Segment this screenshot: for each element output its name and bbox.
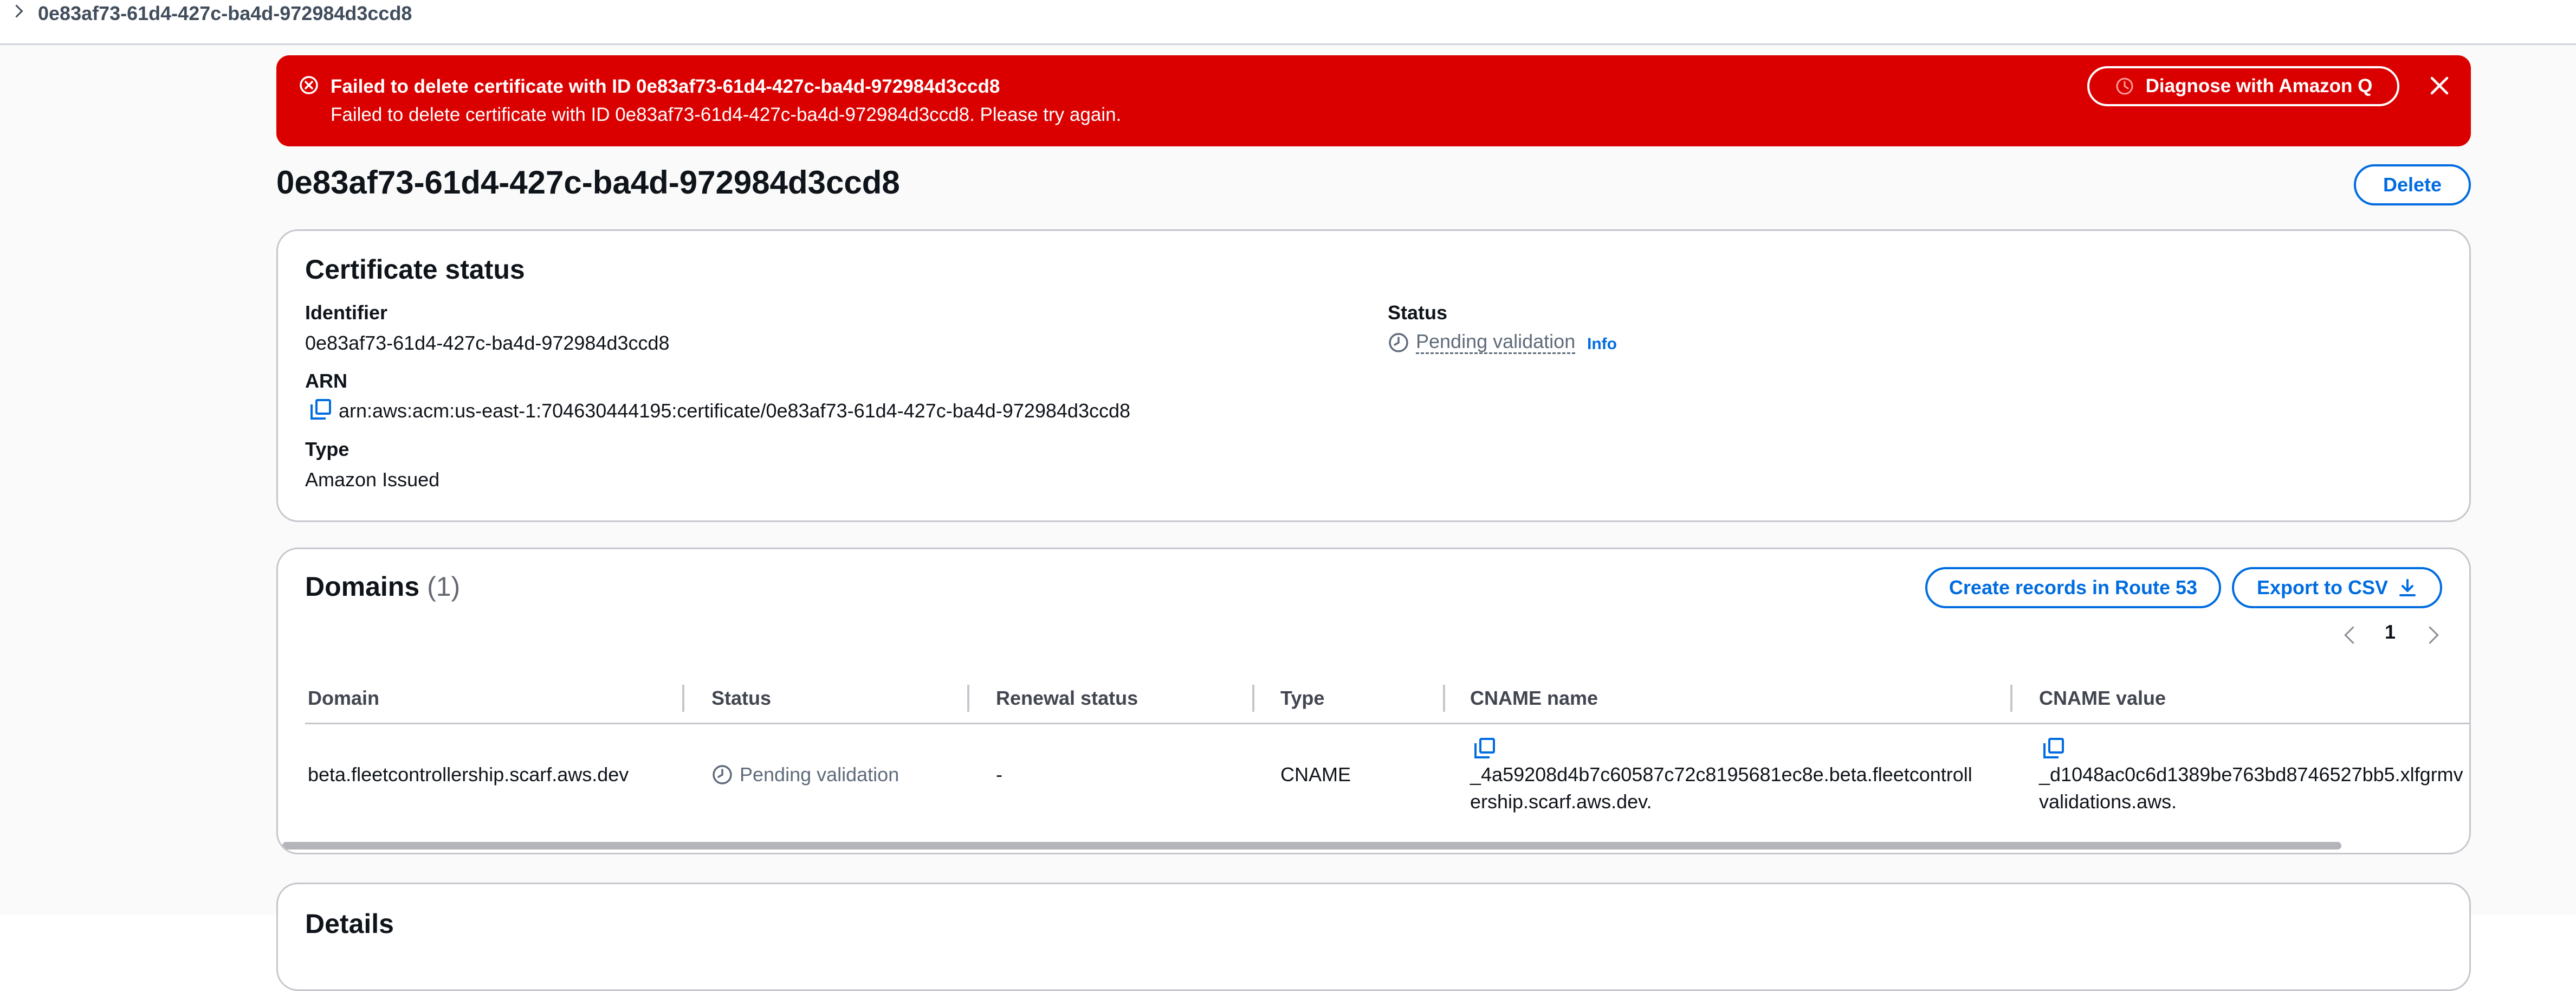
- cell-cname-value-line1: _d1048ac0c6d1389be763bd8746527bb5.xlfgrm…: [2039, 763, 2463, 786]
- column-divider[interactable]: [1443, 685, 1445, 712]
- arn-value: arn:aws:acm:us-east-1:704630444195:certi…: [339, 400, 1131, 422]
- cell-status-text: Pending validation: [740, 763, 899, 786]
- column-divider[interactable]: [682, 685, 684, 712]
- domains-title: Domains: [305, 571, 420, 602]
- cell-renewal-status: -: [996, 763, 1002, 786]
- export-button-label: Export to CSV: [2256, 576, 2388, 599]
- error-icon: [300, 76, 318, 94]
- download-icon: [2399, 579, 2416, 596]
- arn-label: ARN: [305, 370, 347, 392]
- horizontal-scrollbar-thumb[interactable]: [282, 842, 2341, 850]
- certificate-status-container: Certificate status Identifier 0e83af73-6…: [276, 229, 2471, 522]
- copy-icon[interactable]: [309, 398, 332, 421]
- export-to-csv-button[interactable]: Export to CSV: [2232, 567, 2442, 608]
- details-container: Details: [276, 883, 2471, 991]
- pagination-current-page[interactable]: 1: [2385, 621, 2396, 643]
- column-divider[interactable]: [967, 685, 969, 712]
- identifier-label: Identifier: [305, 301, 388, 324]
- breadcrumb: 0e83af73-61d4-427c-ba4d-972984d3ccd8: [0, 0, 2576, 45]
- breadcrumb-current: 0e83af73-61d4-427c-ba4d-972984d3ccd8: [38, 2, 412, 24]
- cell-cname-value-line2: validations.aws.: [2039, 790, 2177, 813]
- column-divider[interactable]: [1252, 685, 1254, 712]
- next-page-icon[interactable]: [2421, 626, 2439, 644]
- flash-header: Failed to delete certificate with ID 0e8…: [331, 76, 1000, 97]
- delete-button[interactable]: Delete: [2354, 164, 2471, 205]
- type-value: Amazon Issued: [305, 468, 440, 491]
- table-header-divider: [305, 723, 2469, 724]
- domains-count: (1): [427, 571, 461, 602]
- certificate-status-heading: Certificate status: [305, 254, 525, 285]
- info-link[interactable]: Info: [1587, 335, 1617, 353]
- column-header-cname-value[interactable]: CNAME value: [2039, 687, 2166, 710]
- flash-content: Failed to delete certificate with ID 0e8…: [331, 104, 1122, 125]
- status-label: Status: [1388, 301, 1448, 324]
- column-header-status[interactable]: Status: [711, 687, 771, 710]
- cell-type: CNAME: [1280, 763, 1351, 786]
- column-divider[interactable]: [2010, 685, 2012, 712]
- close-icon[interactable]: [2426, 73, 2452, 99]
- cell-cname-name-line1: _4a59208d4b7c60587c72c8195681ec8e.beta.f…: [1470, 763, 1972, 786]
- diagnose-button-label: Diagnose with Amazon Q: [2145, 75, 2373, 96]
- domains-container: Domains (1) Create records in Route 53 E…: [276, 548, 2471, 854]
- domains-heading: Domains (1): [305, 571, 460, 602]
- previous-page-icon[interactable]: [2344, 626, 2362, 644]
- amazon-q-icon: [2116, 78, 2133, 95]
- create-records-in-route-53-button[interactable]: Create records in Route 53: [1925, 567, 2221, 608]
- column-header-domain[interactable]: Domain: [308, 687, 379, 710]
- cell-domain: beta.fleetcontrollership.scarf.aws.dev: [308, 763, 629, 786]
- details-heading: Details: [305, 909, 394, 939]
- column-header-cname-name[interactable]: CNAME name: [1470, 687, 1598, 710]
- copy-icon[interactable]: [1473, 737, 1496, 760]
- cell-cname-name-line2: ership.scarf.aws.dev.: [1470, 790, 1652, 813]
- column-header-type[interactable]: Type: [1280, 687, 1324, 710]
- status-indicator[interactable]: Pending validation: [1388, 331, 1576, 354]
- status-value: Pending validation: [1416, 331, 1576, 354]
- identifier-value: 0e83af73-61d4-427c-ba4d-972984d3ccd8: [305, 332, 670, 354]
- clock-icon: [713, 765, 732, 784]
- cell-status: Pending validation: [711, 763, 899, 786]
- column-header-renewal-status[interactable]: Renewal status: [996, 687, 1138, 710]
- diagnose-with-amazon-q-button[interactable]: Diagnose with Amazon Q: [2087, 66, 2399, 106]
- clock-icon: [1389, 332, 1408, 352]
- chevron-right-icon[interactable]: [10, 4, 23, 18]
- error-flashbar: Failed to delete certificate with ID 0e8…: [276, 55, 2471, 146]
- page-title: 0e83af73-61d4-427c-ba4d-972984d3ccd8: [276, 164, 900, 201]
- type-label: Type: [305, 438, 349, 460]
- copy-icon[interactable]: [2042, 737, 2065, 760]
